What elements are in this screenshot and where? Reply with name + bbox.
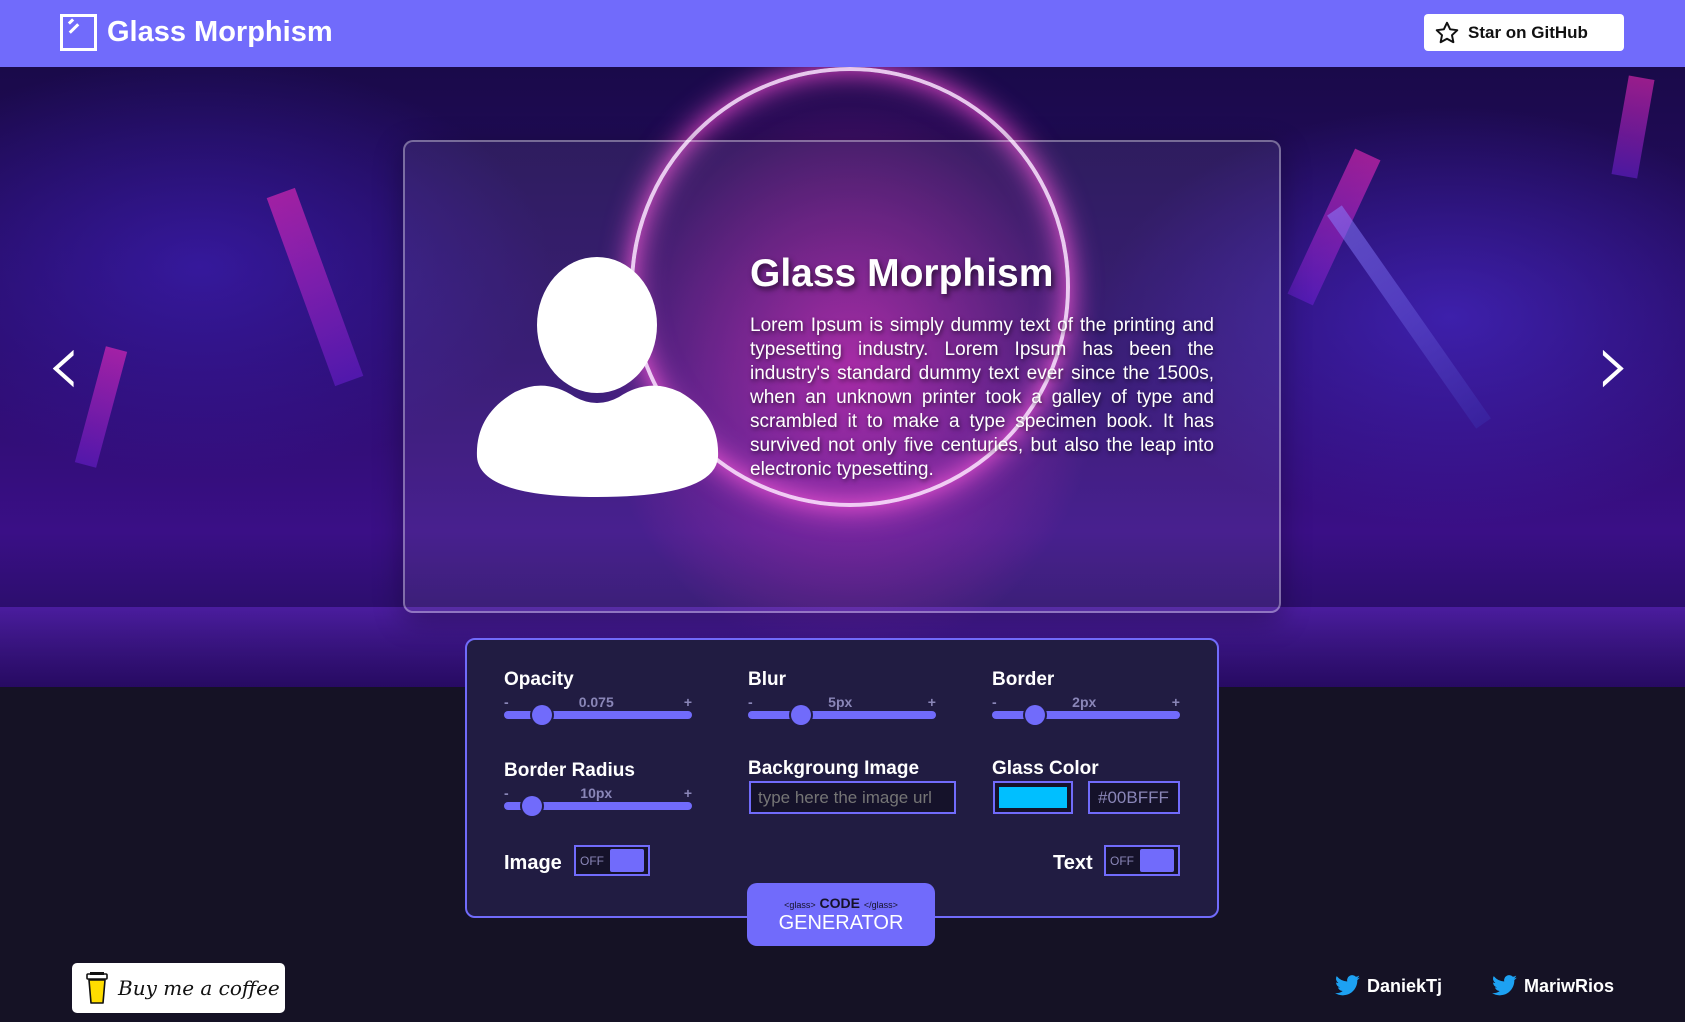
card-title: Glass Morphism bbox=[750, 252, 1054, 295]
text-toggle-knob bbox=[1140, 849, 1174, 872]
border-radius-slider[interactable] bbox=[504, 796, 692, 816]
code-generator-button[interactable]: <glass> CODE </glass> GENERATOR bbox=[747, 883, 935, 946]
blur-slider[interactable] bbox=[748, 705, 936, 725]
opacity-increase[interactable]: + bbox=[684, 694, 692, 710]
glass-color-label: Glass Color bbox=[992, 758, 1099, 779]
border-radius-decrease[interactable]: - bbox=[504, 785, 509, 801]
opacity-value: 0.075 bbox=[578, 694, 614, 710]
chevron-left-icon[interactable]: ‹ bbox=[46, 320, 82, 410]
blur-meta: - 5px + bbox=[748, 694, 936, 710]
border-radius-value: 10px bbox=[580, 785, 613, 801]
glass-color-swatch bbox=[999, 787, 1067, 808]
glass-logo-icon bbox=[60, 14, 97, 51]
glass-open-tag: <glass> bbox=[784, 900, 816, 910]
border-radius-increase[interactable]: + bbox=[684, 785, 692, 801]
bg-shard bbox=[266, 187, 364, 387]
twitter-icon bbox=[1335, 975, 1360, 996]
buy-me-a-coffee-button[interactable]: Buy me a coffee bbox=[72, 963, 285, 1013]
text-toggle[interactable]: OFF bbox=[1104, 845, 1180, 876]
image-toggle[interactable]: OFF bbox=[574, 845, 650, 876]
border-radius-slider-thumb[interactable] bbox=[522, 796, 543, 816]
text-toggle-state: OFF bbox=[1110, 853, 1134, 868]
brand[interactable]: Glass Morphism bbox=[60, 14, 333, 51]
image-toggle-label: Image bbox=[504, 852, 562, 874]
star-on-github-button[interactable]: Star on GitHub bbox=[1424, 14, 1624, 51]
background-image-label: Backgroung Image bbox=[748, 758, 920, 779]
twitter-icon bbox=[1492, 975, 1517, 996]
border-control: Border - 2px + bbox=[992, 669, 1180, 725]
glass-close-tag: </glass> bbox=[863, 900, 898, 910]
chevron-right-icon[interactable]: › bbox=[1596, 320, 1632, 410]
image-toggle-state: OFF bbox=[580, 853, 604, 868]
image-toggle-knob bbox=[610, 849, 644, 872]
blur-increase[interactable]: + bbox=[928, 694, 936, 710]
opacity-slider-thumb[interactable] bbox=[531, 705, 552, 725]
bg-shard bbox=[1327, 205, 1491, 429]
glass-card: Glass Morphism Lorem Ipsum is simply dum… bbox=[403, 140, 1281, 613]
coffee-cup-icon bbox=[86, 972, 108, 1004]
opacity-decrease[interactable]: - bbox=[504, 694, 509, 710]
blur-label: Blur bbox=[748, 669, 786, 690]
border-increase[interactable]: + bbox=[1172, 694, 1180, 710]
brand-title: Glass Morphism bbox=[107, 16, 333, 48]
code-label: CODE bbox=[819, 895, 860, 911]
coffee-label: Buy me a coffee bbox=[118, 976, 280, 1000]
blur-control: Blur - 5px + bbox=[748, 669, 936, 725]
opacity-slider[interactable] bbox=[504, 705, 692, 725]
navbar: Glass Morphism Star on GitHub bbox=[0, 0, 1685, 67]
twitter-link-mariwrios[interactable]: MariwRios bbox=[1492, 975, 1614, 997]
user-avatar-icon bbox=[476, 257, 719, 497]
border-decrease[interactable]: - bbox=[992, 694, 997, 710]
bg-shard bbox=[1611, 75, 1655, 179]
opacity-control: Opacity - 0.075 + bbox=[504, 669, 692, 725]
blur-slider-thumb[interactable] bbox=[790, 705, 811, 725]
github-button-label: Star on GitHub bbox=[1468, 22, 1588, 42]
border-slider-thumb[interactable] bbox=[1025, 705, 1046, 725]
glass-color-hex-input[interactable]: #00BFFF bbox=[1088, 781, 1180, 814]
border-label: Border bbox=[992, 669, 1055, 690]
twitter-link-daniektj[interactable]: DaniekTj bbox=[1335, 975, 1442, 997]
border-slider[interactable] bbox=[992, 705, 1180, 725]
blur-decrease[interactable]: - bbox=[748, 694, 753, 710]
glass-color-picker[interactable] bbox=[993, 781, 1073, 814]
border-value: 2px bbox=[1072, 694, 1097, 710]
bg-shard bbox=[74, 346, 128, 468]
text-toggle-label: Text bbox=[1053, 852, 1093, 874]
twitter-handle: MariwRios bbox=[1524, 975, 1615, 996]
blur-value: 5px bbox=[828, 694, 853, 710]
code-generator-tag: <glass> CODE </glass> bbox=[747, 895, 935, 911]
border-meta: - 2px + bbox=[992, 694, 1180, 710]
border-radius-label: Border Radius bbox=[504, 760, 635, 781]
twitter-handle: DaniekTj bbox=[1367, 975, 1443, 996]
control-panel: Opacity - 0.075 + Blur - 5px + Border - … bbox=[465, 638, 1219, 918]
star-icon bbox=[1435, 21, 1459, 43]
opacity-label: Opacity bbox=[504, 669, 574, 690]
background-image-input[interactable] bbox=[749, 781, 956, 814]
opacity-meta: - 0.075 + bbox=[504, 694, 692, 710]
generator-label: GENERATOR bbox=[778, 912, 904, 934]
card-text: Lorem Ipsum is simply dummy text of the … bbox=[750, 315, 1214, 480]
border-radius-control: Border Radius - 10px + bbox=[504, 760, 692, 816]
